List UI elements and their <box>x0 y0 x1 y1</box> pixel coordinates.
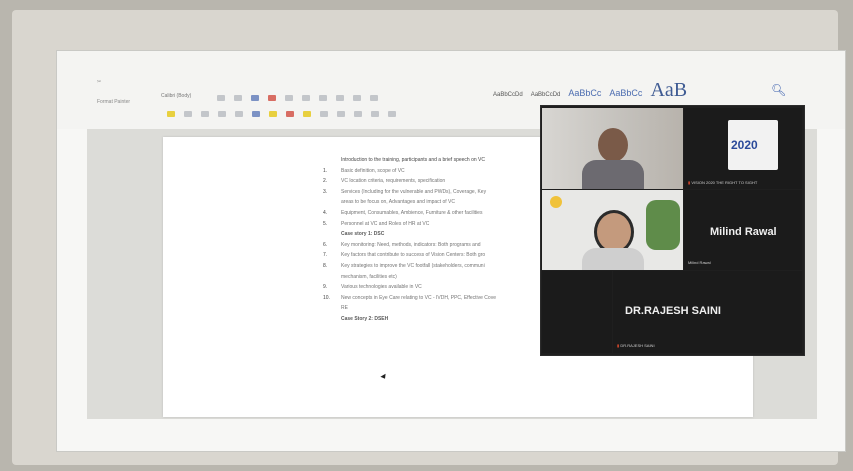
agenda-item-text: New concepts in Eye Care relating to VC … <box>341 294 496 301</box>
agenda-item-text: Case Story 2: DSEH <box>341 315 389 322</box>
milind-rawal-name: Milind Rawal <box>710 226 777 238</box>
milind-rawal-label: Milind Rawal <box>688 260 711 265</box>
agenda-item-number: 6. <box>323 241 328 248</box>
agenda-item-number: 7. <box>323 252 328 259</box>
align-left-icon[interactable] <box>303 111 311 117</box>
agenda-item-number <box>323 314 341 325</box>
style-normal[interactable]: AaBbCcDd <box>493 92 523 98</box>
bullets-icon[interactable] <box>285 95 293 101</box>
agenda-item-text: Personnel at VC and Roles of HR at VC <box>341 220 430 227</box>
clear-format-icon[interactable] <box>268 95 276 101</box>
mic-muted-icon: ▮ <box>617 343 620 348</box>
agenda-item-number: 10. <box>323 294 330 301</box>
justify-icon[interactable] <box>354 111 362 117</box>
agenda-item-text: Key factors that contribute to success o… <box>341 252 486 259</box>
underline-icon[interactable] <box>201 111 209 117</box>
italic-icon[interactable] <box>184 111 192 117</box>
align-center-icon[interactable] <box>320 111 328 117</box>
participant-1-face <box>598 128 628 162</box>
font-color-icon[interactable] <box>286 111 294 117</box>
format-painter-button[interactable]: Format Painter <box>97 99 130 105</box>
video-tile-participant-1[interactable] <box>542 108 683 189</box>
subscript-icon[interactable] <box>235 111 243 117</box>
text-effects-icon[interactable] <box>252 111 260 117</box>
video-tile-milind-rawal[interactable]: Milind Rawal Milind Rawal <box>684 190 802 270</box>
plant-background <box>646 200 680 250</box>
vision2020-caption: ▮ VISION 2020 THE RIGHT TO SIGHT <box>688 180 758 185</box>
bold-icon[interactable] <box>167 111 175 117</box>
binoculars-icon[interactable]: 🔍︎ <box>771 83 786 97</box>
agenda-item-number <box>323 197 341 208</box>
line-spacing-icon[interactable] <box>371 111 379 117</box>
cut-label[interactable]: ✂ <box>97 79 101 85</box>
align-right-icon[interactable] <box>337 111 345 117</box>
agenda-item-number: 5. <box>323 220 328 227</box>
styles-gallery: AaBbCcDd AaBbCcDd AaBbCc AaBbCc AaB <box>493 79 687 102</box>
empty-tile <box>542 271 612 353</box>
agenda-item-text: Services (Including for the vulnerable a… <box>341 188 487 195</box>
agenda-item-number <box>323 303 341 314</box>
agenda-item-number: 4. <box>323 209 328 216</box>
vision2020-logo: 2020 <box>728 120 778 170</box>
agenda-item-text: Equipment, Consumables, Ambience, Furnit… <box>341 209 483 216</box>
video-tile-rajesh-saini[interactable]: DR.RAJESH SAINI ▮ DR.RAJESH SAINI <box>613 271 802 353</box>
pilcrow-icon[interactable] <box>370 95 378 101</box>
agenda-item-number: 9. <box>323 284 328 291</box>
mic-muted-icon: ▮ <box>688 180 691 185</box>
participant-1-shirt <box>582 160 644 189</box>
rajesh-saini-name: DR.RAJESH SAINI <box>625 305 721 317</box>
agenda-item-number: 2. <box>323 178 328 185</box>
agenda-item-text: Basic definition, scope of VC <box>341 167 405 174</box>
style-no-spacing[interactable]: AaBbCcDd <box>531 92 561 98</box>
shrink-font-icon[interactable] <box>234 95 242 101</box>
agenda-item-number <box>323 229 341 240</box>
participant-2-shirt <box>582 248 644 270</box>
sun-logo-icon <box>550 196 562 208</box>
agenda-item-number: 8. <box>323 262 328 269</box>
numbering-icon[interactable] <box>302 95 310 101</box>
font-controls-row-1 <box>217 95 378 101</box>
shading-icon[interactable] <box>388 111 396 117</box>
agenda-item-text: mechanism, facilities etc) <box>341 273 397 280</box>
rajesh-saini-label: ▮ DR.RAJESH SAINI <box>617 343 655 348</box>
agenda-item-text: areas to be focus on, Advantages and imp… <box>341 199 455 206</box>
video-tile-vision2020[interactable]: 2020 ▮ VISION 2020 THE RIGHT TO SIGHT <box>684 108 802 189</box>
agenda-item-number: 3. <box>323 188 328 195</box>
font-name-select[interactable]: Calibri (Body) <box>161 93 191 99</box>
vision2020-logo-text: 2020 <box>731 138 758 152</box>
agenda-item-text: Key monitoring: Need, methods, indicator… <box>341 241 481 248</box>
agenda-item-text: Key strategies to improve the VC footfal… <box>341 262 485 269</box>
agenda-item-number: 1. <box>323 167 328 174</box>
video-call-panel: 2020 ▮ VISION 2020 THE RIGHT TO SIGHT Mi… <box>540 105 805 356</box>
change-case-icon[interactable] <box>251 95 259 101</box>
sort-icon[interactable] <box>353 95 361 101</box>
style-heading-2[interactable]: AaBbCc <box>609 88 642 98</box>
font-controls-row-2 <box>167 111 396 117</box>
strikethrough-icon[interactable] <box>218 111 226 117</box>
agenda-item-text: Case story 1: DSC <box>341 231 385 238</box>
agenda-item-number <box>323 272 341 283</box>
multilevel-icon[interactable] <box>319 95 327 101</box>
highlight-icon[interactable] <box>269 111 277 117</box>
indent-icon[interactable] <box>336 95 344 101</box>
style-heading-1[interactable]: AaBbCc <box>568 88 601 98</box>
agenda-item-text: RE <box>341 305 348 312</box>
agenda-item-text: Various technologies available in VC <box>341 284 422 291</box>
grow-font-icon[interactable] <box>217 95 225 101</box>
style-title[interactable]: AaB <box>650 79 687 102</box>
video-tile-participant-2[interactable] <box>542 190 683 270</box>
agenda-item-text: VC location criteria, requirements, spec… <box>341 178 446 185</box>
